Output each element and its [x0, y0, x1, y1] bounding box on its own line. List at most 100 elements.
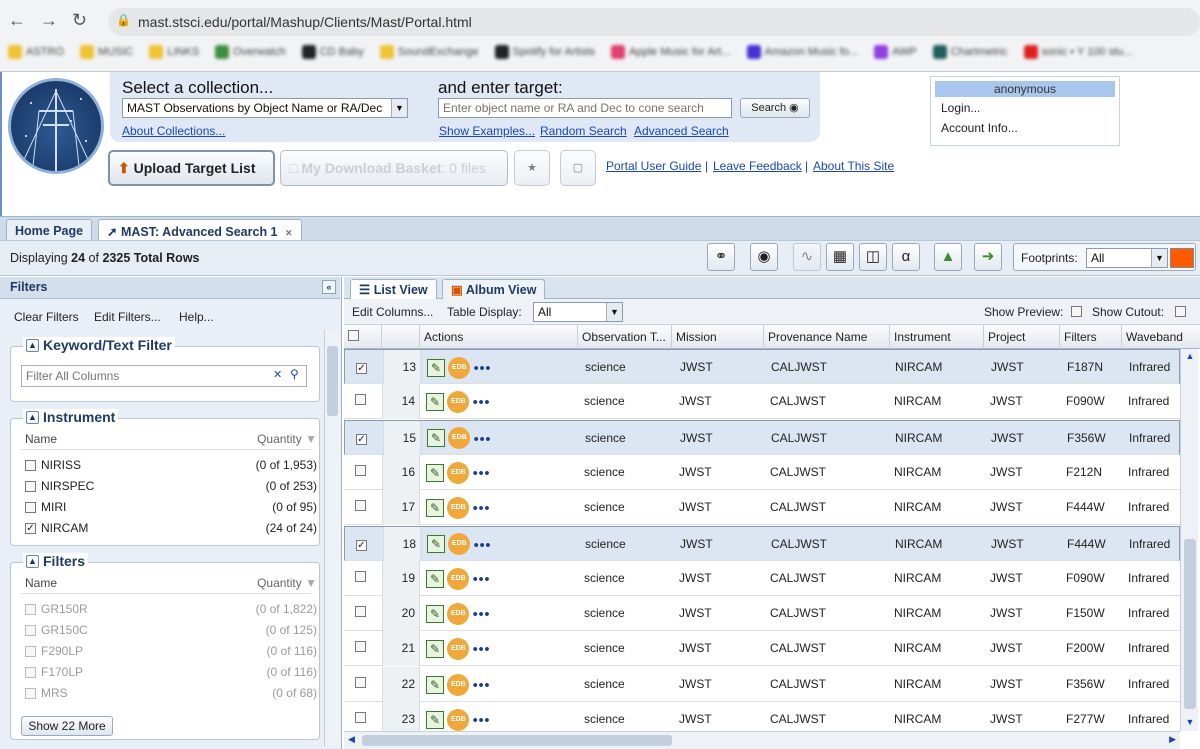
col-observation-type[interactable]: Observation T... — [578, 325, 672, 349]
select-all-checkbox[interactable] — [348, 330, 359, 341]
bookmark-item[interactable]: MUSIC — [79, 45, 133, 59]
about-site-link[interactable]: About This Site — [813, 159, 894, 173]
export-button[interactable]: ➜ — [974, 243, 1002, 271]
instrument-checkbox[interactable] — [25, 480, 36, 492]
filter-item-checkbox[interactable] — [25, 645, 36, 657]
close-tab-icon[interactable]: ✕ — [285, 228, 293, 238]
help-link[interactable]: Help... — [179, 310, 214, 324]
bookmark-item[interactable]: sonic • Y 100 stu... — [1023, 45, 1132, 59]
table-row[interactable]: 20 ✎ EDB ••• science JWST CALJWST NIRCAM JWST F… — [344, 596, 1180, 632]
edit-notes-icon[interactable]: ✎ — [427, 429, 445, 448]
edit-notes-icon[interactable]: ✎ — [427, 358, 445, 377]
filter-item-checkbox[interactable] — [25, 687, 36, 699]
row-checkbox[interactable] — [355, 676, 366, 688]
search-button[interactable]: Search ◉ — [740, 98, 810, 118]
table-row[interactable]: ✓ 13 ✎ EDB ••• science JWST CALJWST NIRCAM JWST… — [344, 349, 1180, 385]
edit-columns-link[interactable]: Edit Columns... — [352, 305, 433, 319]
filters-scrollbar[interactable] — [324, 330, 340, 746]
col-provenance[interactable]: Provenance Name — [764, 325, 890, 349]
instrument-checkbox[interactable] — [25, 459, 36, 471]
list-view-tab[interactable]: ☰ List View — [350, 279, 437, 299]
table-row[interactable]: 21 ✎ EDB ••• science JWST CALJWST NIRCAM JWST F… — [344, 631, 1180, 667]
filters-scroll-thumb[interactable] — [327, 346, 338, 416]
portal-user-guide-link[interactable]: Portal User Guide — [606, 159, 701, 173]
upload-target-list-button[interactable]: ⬆ Upload Target List — [108, 150, 275, 186]
edb-icon[interactable]: EDB — [447, 602, 470, 625]
row-checkbox[interactable] — [355, 606, 366, 618]
edit-notes-icon[interactable]: ✎ — [426, 393, 444, 412]
collapse-icon[interactable]: ▲ — [26, 338, 39, 352]
login-link[interactable]: Login... — [941, 101, 1109, 115]
download-basket-button[interactable]: □ My Download Basket: 0 files — [280, 150, 508, 186]
instrument-filter-row[interactable]: ✓ NIRCAM (24 of 24) — [25, 518, 317, 538]
more-actions-icon[interactable]: ••• — [473, 500, 491, 516]
album-view-tab[interactable]: ▣ Album View — [442, 279, 546, 299]
row-checkbox[interactable] — [355, 500, 366, 512]
filter-item-checkbox[interactable] — [25, 603, 36, 615]
table-display-select[interactable]: All ▼ — [533, 302, 623, 322]
edb-icon[interactable]: EDB — [448, 427, 471, 450]
row-checkbox[interactable]: ✓ — [356, 363, 367, 374]
table-row[interactable]: ✓ 15 ✎ EDB ••• science JWST CALJWST NIRCAM JWST… — [344, 419, 1180, 456]
address-bar[interactable]: mast.stsci.edu/portal/Mashup/Clients/Mas… — [108, 8, 1200, 36]
grid-vertical-scrollbar[interactable]: ▲ ▼ — [1180, 349, 1198, 731]
select-all-header[interactable] — [344, 325, 382, 349]
edit-notes-icon[interactable]: ✎ — [427, 535, 445, 554]
bookmark-item[interactable]: AWP — [874, 45, 917, 59]
bookmark-item[interactable]: Amazon Music fo... — [746, 45, 858, 59]
edit-notes-icon[interactable]: ✎ — [426, 569, 444, 588]
basket-add-button[interactable]: ★ — [514, 150, 550, 186]
edb-icon[interactable]: EDB — [447, 638, 470, 661]
edb-icon[interactable]: EDB — [447, 497, 470, 520]
edb-icon[interactable]: EDB — [448, 356, 471, 379]
edb-icon[interactable]: EDB — [447, 461, 470, 484]
bookmark-item[interactable]: ASTRO — [8, 45, 64, 59]
table-row[interactable]: 19 ✎ EDB ••• science JWST CALJWST NIRCAM JWST F… — [344, 560, 1180, 596]
search-icon[interactable]: ⚲ — [290, 367, 299, 381]
scroll-right-icon[interactable]: ▶ — [1169, 734, 1176, 745]
edit-notes-icon[interactable]: ✎ — [426, 604, 444, 623]
filter-all-columns-input[interactable] — [21, 365, 307, 387]
more-actions-icon[interactable]: ••• — [474, 359, 492, 375]
grid-scroll-thumb[interactable] — [1184, 539, 1196, 709]
row-checkbox[interactable] — [355, 641, 366, 653]
edit-notes-icon[interactable]: ✎ — [426, 675, 444, 694]
bookmark-item[interactable]: SoundExchange — [379, 45, 479, 59]
scroll-down-icon[interactable]: ▼ — [1183, 717, 1197, 729]
row-checkbox[interactable] — [355, 464, 366, 476]
show-more-button[interactable]: Show 22 More — [21, 716, 113, 736]
table-row[interactable]: 16 ✎ EDB ••• science JWST CALJWST NIRCAM JWST F… — [344, 454, 1180, 490]
col-actions[interactable]: Actions — [420, 325, 578, 349]
edit-notes-icon[interactable]: ✎ — [426, 499, 444, 518]
clear-filters-link[interactable]: Clear Filters — [14, 310, 79, 324]
spectra-button[interactable]: ∿ — [793, 243, 821, 271]
filter-item-row[interactable]: F170LP (0 of 116) — [25, 662, 317, 682]
row-checkbox[interactable] — [355, 712, 366, 723]
footprints-select[interactable]: All ▼ — [1086, 248, 1168, 268]
more-actions-icon[interactable]: ••• — [473, 394, 491, 410]
scroll-left-icon[interactable]: ◀ — [348, 734, 355, 745]
table-row[interactable]: 22 ✎ EDB ••• science JWST CALJWST NIRCAM JWST F… — [344, 666, 1180, 702]
edit-notes-icon[interactable]: ✎ — [426, 463, 444, 482]
reload-icon[interactable]: ↻ — [72, 10, 87, 31]
row-checkbox[interactable]: ✓ — [356, 433, 367, 445]
filter-item-row[interactable]: F290LP (0 of 116) — [25, 641, 317, 661]
account-info-link[interactable]: Account Info... — [941, 121, 1109, 135]
coordinates-button[interactable]: α — [892, 243, 920, 271]
edb-icon[interactable]: EDB — [447, 708, 470, 731]
row-checkbox[interactable] — [355, 394, 366, 406]
show-preview-checkbox[interactable] — [1071, 306, 1082, 317]
filter-item-checkbox[interactable] — [25, 624, 36, 636]
bookmark-item[interactable]: Chartmetric — [932, 45, 1008, 59]
edit-filters-link[interactable]: Edit Filters... — [94, 310, 161, 324]
filter-item-checkbox[interactable] — [25, 666, 36, 678]
about-collections-link[interactable]: About Collections... — [122, 124, 225, 138]
edb-icon[interactable]: EDB — [448, 533, 471, 556]
add-to-basket-button[interactable]: ▲ — [934, 243, 962, 271]
footprint-color-picker[interactable] — [1170, 248, 1194, 268]
bookmark-item[interactable]: Apple Music for Art... — [611, 45, 731, 59]
tab-advanced-search[interactable]: ➚ MAST: Advanced Search 1 ✕ — [98, 219, 302, 241]
filter-item-row[interactable]: MRS (0 of 68) — [25, 683, 317, 703]
instrument-checkbox[interactable]: ✓ — [25, 522, 36, 534]
cross-match-button[interactable]: ◉ — [750, 243, 778, 271]
